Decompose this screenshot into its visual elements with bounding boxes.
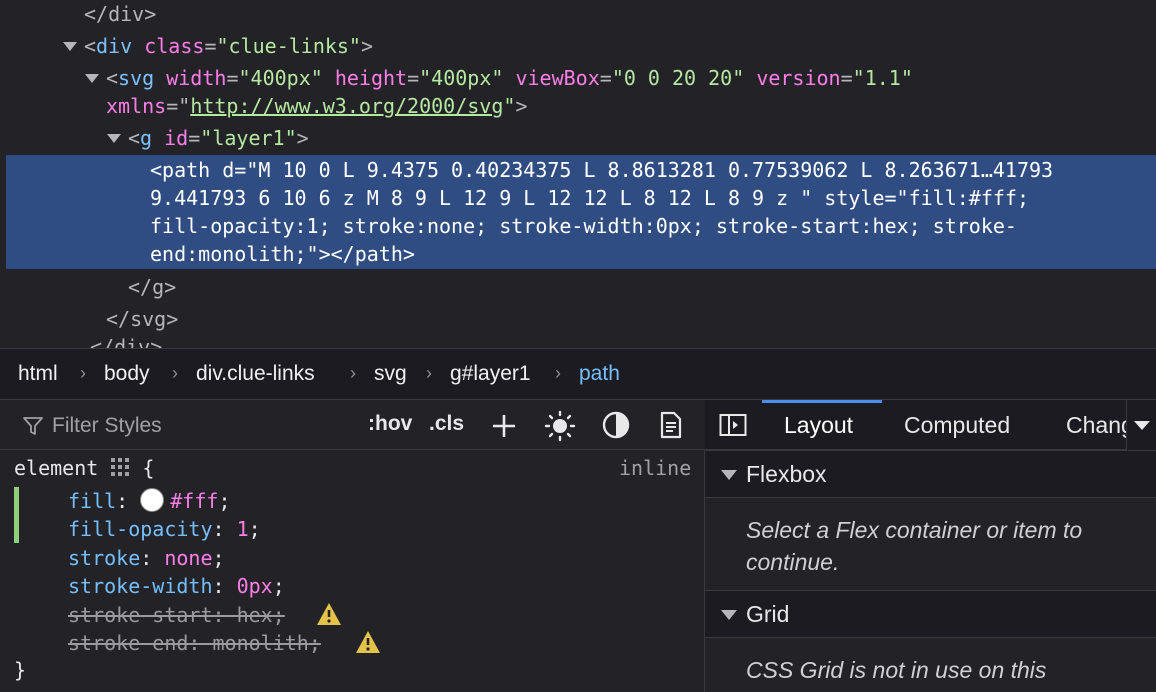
collapse-twisty-icon[interactable] xyxy=(63,42,77,51)
closing-div-tag[interactable]: </div> xyxy=(84,0,156,28)
tab-changes-clip: Changes xyxy=(1066,400,1126,450)
tab-computed[interactable]: Computed xyxy=(904,412,1010,439)
layout-sidebar: Layout Computed Changes Flexbox Select a… xyxy=(705,400,1156,692)
declaration-stroke-end-invalid[interactable]: stroke-end: monolith; xyxy=(68,629,321,657)
chevron-right-icon: › xyxy=(350,363,356,383)
declaration-stroke-width[interactable]: stroke-width: 0px; xyxy=(68,572,285,600)
svg-node-xmlns: xmlns="http://www.w3.org/2000/svg"> xyxy=(106,94,528,118)
breadcrumb-body[interactable]: body xyxy=(104,362,150,386)
breadcrumb: html › body › div.clue-links › svg › g#l… xyxy=(0,348,1156,400)
declaration-stroke-start-invalid[interactable]: stroke-start: hex; xyxy=(68,601,285,629)
selected-line-4: end:monolith;"></path> xyxy=(150,242,415,266)
sidebar-tabs: Layout Computed Changes xyxy=(705,400,1156,450)
filter-styles-input[interactable]: Filter Styles xyxy=(52,414,162,438)
chevron-right-icon: › xyxy=(426,363,432,383)
color-swatch[interactable] xyxy=(140,488,165,512)
rules-toolbar: Filter Styles :hov .cls xyxy=(0,400,705,450)
xmlns-link[interactable]: http://www.w3.org/2000/svg xyxy=(190,94,503,118)
grid-section-header[interactable]: Grid xyxy=(705,590,1156,638)
flexbox-section-header[interactable]: Flexbox xyxy=(705,450,1156,498)
closing-div-tag-partial[interactable]: </div> xyxy=(90,333,162,348)
grid-message: CSS Grid is not in use on this xyxy=(746,657,1047,683)
breadcrumb-path[interactable]: path xyxy=(579,362,620,386)
element-rule: element { inline fill: #fff; fill-opacit… xyxy=(0,450,705,692)
chevron-right-icon: › xyxy=(172,363,178,383)
grid-highlighter-icon[interactable] xyxy=(110,456,130,484)
breadcrumb-svg[interactable]: svg xyxy=(374,362,407,386)
warning-icon[interactable] xyxy=(316,602,342,626)
active-tab-indicator xyxy=(762,400,882,403)
selected-line-3: fill-opacity:1; stroke:none; stroke-widt… xyxy=(150,214,1017,238)
breadcrumb-html[interactable]: html xyxy=(18,362,58,386)
chevron-right-icon: › xyxy=(80,363,86,383)
g-layer1-node[interactable]: <g id="layer1"> xyxy=(128,124,309,152)
selected-path-node[interactable]: <path d="M 10 0 L 9.4375 0.40234375 L 8.… xyxy=(6,155,1156,269)
declaration-fill[interactable]: fill: #fff; xyxy=(68,487,230,515)
print-icon[interactable] xyxy=(659,411,683,444)
chevron-right-icon: › xyxy=(555,363,561,383)
markup-view[interactable]: </div> <div class="clue-links"> <svg wid… xyxy=(0,0,1156,348)
flexbox-title: Flexbox xyxy=(746,461,827,487)
svg-node[interactable]: <svg width="400px" height="400px" viewBo… xyxy=(106,64,913,92)
rules-panel: Filter Styles :hov .cls element {inline… xyxy=(0,400,705,692)
expand-twisty-icon xyxy=(721,610,737,620)
selected-line-1: <path d="M 10 0 L 9.4375 0.40234375 L 8.… xyxy=(150,158,1054,182)
collapse-twisty-icon[interactable] xyxy=(85,74,99,83)
tab-changes[interactable]: Changes xyxy=(1066,412,1126,439)
tabs-overflow-dropdown-icon[interactable] xyxy=(1126,400,1156,450)
declaration-fill-opacity[interactable]: fill-opacity: 1; xyxy=(68,515,261,543)
warning-icon[interactable] xyxy=(355,630,381,654)
add-rule-icon[interactable] xyxy=(491,413,517,444)
filter-icon xyxy=(22,415,44,442)
rule-selector[interactable]: element { xyxy=(14,454,154,484)
rule-origin: inline xyxy=(619,456,692,480)
rule-close-brace: } xyxy=(14,658,27,682)
closing-svg-tag[interactable]: </svg> xyxy=(106,305,178,333)
breadcrumb-div-clue-links[interactable]: div.clue-links xyxy=(196,362,315,386)
div-clue-links-node[interactable]: <div class="clue-links"> xyxy=(84,32,373,60)
expand-twisty-icon xyxy=(721,470,737,480)
collapse-twisty-icon[interactable] xyxy=(107,134,121,143)
closing-g-tag[interactable]: </g> xyxy=(128,273,176,301)
tab-layout[interactable]: Layout xyxy=(784,412,853,439)
hov-button[interactable]: :hov xyxy=(368,412,412,436)
selected-line-2: 9.441793 6 10 6 z M 8 9 L 12 9 L 12 12 L… xyxy=(150,186,1029,210)
breadcrumb-g-layer1[interactable]: g#layer1 xyxy=(450,362,531,386)
toggle-sidebar-icon[interactable] xyxy=(719,413,747,442)
cls-button[interactable]: .cls xyxy=(429,412,464,436)
dark-theme-icon[interactable] xyxy=(602,411,630,444)
flexbox-message: Select a Flex container or item to conti… xyxy=(746,517,1083,575)
declaration-stroke[interactable]: stroke: none; xyxy=(68,544,225,572)
grid-title: Grid xyxy=(746,601,790,627)
changed-indicator xyxy=(14,487,19,543)
light-theme-icon[interactable] xyxy=(544,410,576,447)
